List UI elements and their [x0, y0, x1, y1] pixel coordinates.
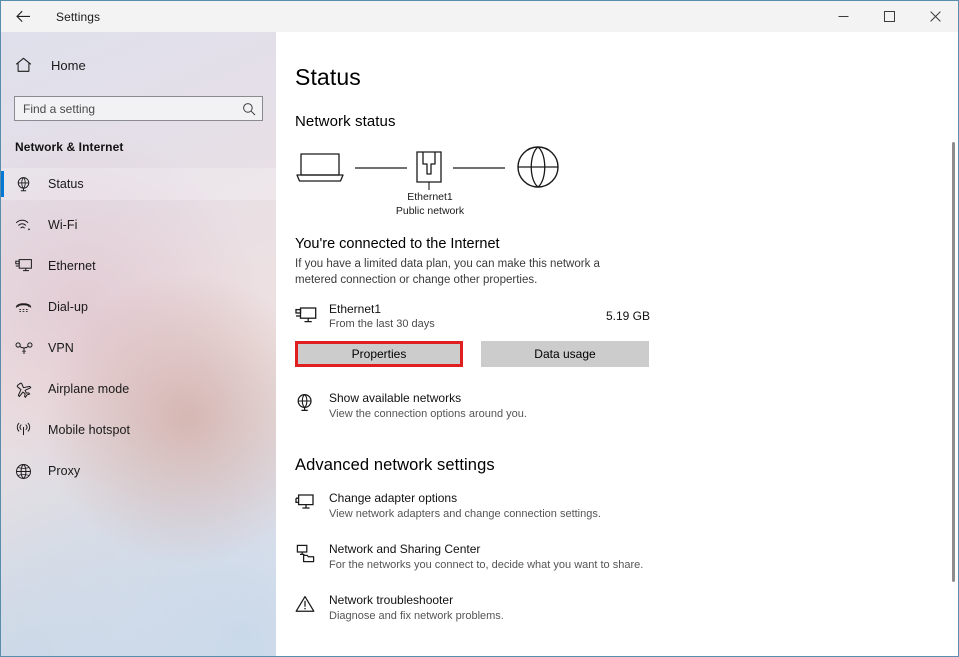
sidebar-item-label: Airplane mode [43, 382, 129, 396]
vpn-icon [15, 341, 43, 355]
settings-window: Settings [0, 0, 959, 657]
show-networks-title: Show available networks [329, 391, 527, 405]
back-button[interactable] [1, 1, 45, 32]
change-adapter-options-link[interactable]: Change adapter options View network adap… [295, 491, 715, 520]
network-diagram: Ethernet1 Public network [295, 144, 565, 222]
adapter-usage-value: 5.19 GB [598, 309, 650, 323]
diagram-adapter-name: Ethernet1 [360, 191, 500, 205]
sidebar-item-label: Ethernet [43, 259, 96, 273]
diagram-caption: Ethernet1 Public network [360, 191, 500, 218]
laptop-icon [297, 154, 343, 181]
main-content: Status Network status [276, 32, 958, 656]
connection-description: If you have a limited data plan, you can… [295, 256, 615, 288]
search-icon[interactable] [242, 102, 256, 116]
adapter-period: From the last 30 days [329, 318, 598, 330]
window-body: Home Network & Internet [1, 32, 958, 656]
button-gap [463, 341, 481, 367]
adapter-row: Ethernet1 From the last 30 days 5.19 GB [295, 302, 650, 330]
adv-item-texts: Network troubleshooter Diagnose and fix … [329, 593, 504, 622]
adv-item-sub: View network adapters and change connect… [329, 508, 601, 520]
advanced-settings-list: Change adapter options View network adap… [295, 491, 958, 622]
monitor-pc-icon [295, 306, 329, 326]
hotspot-icon [15, 422, 43, 438]
minimize-icon [838, 11, 849, 22]
sidebar-section-title: Network & Internet [1, 121, 276, 154]
adv-item-title: Network troubleshooter [329, 593, 504, 607]
globe-icon [518, 147, 558, 187]
network-troubleshooter-link[interactable]: Network troubleshooter Diagnose and fix … [295, 593, 715, 622]
show-networks-texts: Show available networks View the connect… [329, 391, 527, 420]
search-box[interactable] [14, 96, 263, 121]
globe-stand-icon [295, 391, 329, 413]
adv-item-texts: Network and Sharing Center For the netwo… [329, 542, 643, 571]
sidebar-item-label: Status [43, 177, 84, 191]
sidebar-item-label: Proxy [43, 464, 80, 478]
close-icon [930, 11, 941, 22]
back-arrow-icon [16, 10, 31, 23]
network-status-icon [15, 176, 43, 193]
globe-grid-icon [15, 463, 43, 480]
adv-item-title: Network and Sharing Center [329, 542, 643, 556]
search-input[interactable] [15, 97, 262, 120]
connection-heading: You're connected to the Internet [295, 236, 958, 252]
monitor-adapter-icon [295, 491, 329, 512]
scrollbar-thumb[interactable] [952, 142, 955, 582]
wifi-icon [15, 218, 43, 233]
minimize-button[interactable] [820, 1, 866, 32]
window-controls [820, 1, 958, 32]
title-bar: Settings [1, 1, 958, 32]
diagram-network-type: Public network [360, 205, 500, 219]
page-title: Status [295, 64, 958, 91]
adv-item-title: Change adapter options [329, 491, 601, 505]
sidebar-item-home[interactable]: Home [1, 48, 276, 82]
window-title: Settings [45, 10, 100, 24]
warning-triangle-icon [295, 593, 329, 613]
dialup-phone-icon [15, 300, 43, 315]
ethernet-icon [15, 258, 43, 274]
home-icon [15, 57, 45, 73]
adv-item-sub: Diagnose and fix network problems. [329, 610, 504, 622]
adv-item-texts: Change adapter options View network adap… [329, 491, 601, 520]
sidebar-item-proxy[interactable]: Proxy [1, 455, 276, 487]
main-inner: Status Network status [276, 32, 958, 656]
show-networks-sub: View the connection options around you. [329, 408, 527, 420]
sidebar-item-label: Wi-Fi [43, 218, 77, 232]
adv-item-sub: For the networks you connect to, decide … [329, 559, 643, 571]
show-available-networks-link[interactable]: Show available networks View the connect… [295, 391, 715, 420]
maximize-icon [884, 11, 895, 22]
sidebar-item-airplane-mode[interactable]: Airplane mode [1, 373, 276, 405]
sidebar-item-mobile-hotspot[interactable]: Mobile hotspot [1, 414, 276, 446]
sidebar-item-vpn[interactable]: VPN [1, 332, 276, 364]
ethernet-port-icon [417, 152, 441, 190]
sharing-folder-icon [295, 542, 329, 563]
sidebar-item-ethernet[interactable]: Ethernet [1, 250, 276, 282]
sidebar-item-dial-up[interactable]: Dial-up [1, 291, 276, 323]
sidebar: Home Network & Internet [1, 32, 276, 656]
data-usage-button[interactable]: Data usage [481, 341, 649, 367]
sidebar-nav-list: Status Wi-Fi [1, 168, 276, 487]
vertical-scrollbar[interactable] [951, 64, 955, 656]
title-bar-drag-area [100, 1, 820, 32]
sidebar-item-wifi[interactable]: Wi-Fi [1, 209, 276, 241]
sidebar-search-wrap [1, 82, 276, 121]
maximize-button[interactable] [866, 1, 912, 32]
close-button[interactable] [912, 1, 958, 32]
network-sharing-center-link[interactable]: Network and Sharing Center For the netwo… [295, 542, 715, 571]
network-status-title: Network status [295, 113, 958, 130]
button-row: Properties Data usage [295, 341, 958, 367]
properties-button[interactable]: Properties [295, 341, 463, 367]
sidebar-item-label: VPN [43, 341, 74, 355]
adapter-name: Ethernet1 [329, 302, 598, 316]
sidebar-item-status[interactable]: Status [1, 168, 276, 200]
sidebar-home-label: Home [45, 58, 86, 73]
title-bar-left: Settings [1, 1, 100, 32]
adapter-texts: Ethernet1 From the last 30 days [329, 302, 598, 330]
airplane-icon [15, 381, 43, 398]
advanced-settings-title: Advanced network settings [295, 456, 958, 475]
sidebar-item-label: Mobile hotspot [43, 423, 130, 437]
sidebar-item-label: Dial-up [43, 300, 88, 314]
sidebar-content: Home Network & Internet [1, 48, 276, 487]
